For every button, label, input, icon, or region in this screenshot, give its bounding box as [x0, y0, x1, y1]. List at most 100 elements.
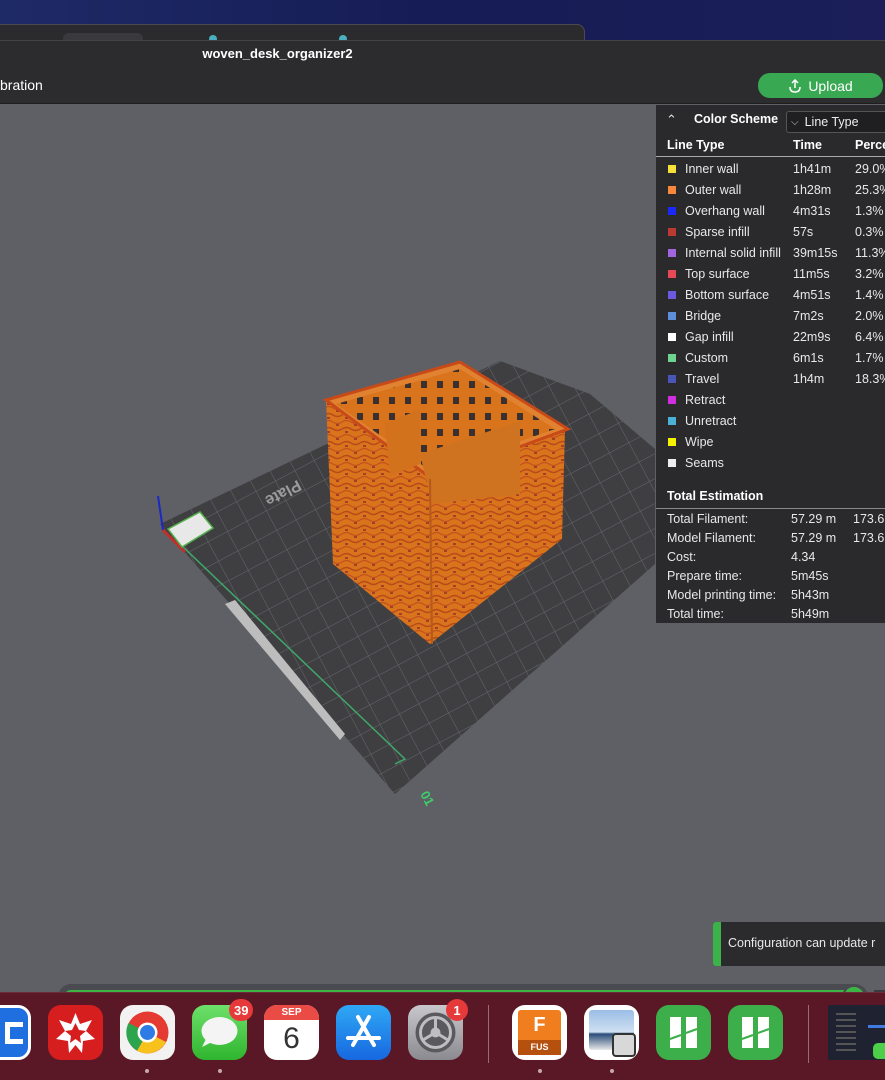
line-type-name: Sparse infill: [685, 225, 750, 239]
collapse-chevron-icon[interactable]: ⌃: [666, 112, 682, 127]
mathematica-star-icon: [56, 1013, 95, 1053]
upload-button[interactable]: Upload: [758, 73, 883, 98]
color-scheme-label: Color Scheme: [694, 112, 779, 126]
notification-accent-bar: [713, 922, 721, 966]
plate-number: 01: [417, 788, 437, 808]
column-header-time: Time: [793, 138, 822, 152]
dock-minimized-window[interactable]: [828, 1005, 885, 1060]
legend-row: Overhang wall 4m31s 1.3%: [656, 201, 885, 222]
legend-row: Travel 1h4m 18.3%: [656, 369, 885, 390]
line-type-swatch: [668, 375, 676, 383]
color-scheme-value: Line Type: [804, 115, 859, 129]
legend-row: Gap infill 22m9s 6.4%: [656, 327, 885, 348]
messages-mini-icon: [873, 1043, 885, 1059]
z-axis: [157, 495, 164, 531]
line-type-time: 11m5s: [793, 267, 830, 281]
dock-app-preview[interactable]: [584, 1005, 639, 1060]
estimation-extra: 173.6: [853, 531, 885, 545]
estimation-value: 4.34: [791, 550, 816, 564]
layer-progress-slider[interactable]: [58, 984, 885, 992]
line-type-percent: 11.3%: [855, 246, 885, 260]
notification-text: Configuration can update r: [728, 936, 876, 950]
chevron-down-icon: ⌵: [791, 116, 799, 128]
slider-thumb[interactable]: [842, 985, 866, 992]
legend-row: Top surface 11m5s 3.2%: [656, 264, 885, 285]
line-type-name: Overhang wall: [685, 204, 765, 218]
running-indicator: [610, 1069, 614, 1073]
total-estimation-header: Total Estimation: [656, 485, 885, 509]
dock-app-fusion[interactable]: F FUS: [512, 1005, 567, 1060]
upload-icon: [789, 78, 802, 93]
line-type-swatch: [668, 417, 676, 425]
line-type-swatch: [668, 291, 676, 299]
legend-row: Wipe: [656, 432, 885, 453]
dock-app-chrome[interactable]: [120, 1005, 175, 1060]
preview-loupe-icon: [612, 1033, 636, 1057]
config-update-notification[interactable]: Configuration can update r: [713, 922, 885, 966]
3d-viewport[interactable]: Plate 01 ⌃ Color Scheme ⌵ Line Type Line…: [0, 104, 885, 992]
line-type-name: Unretract: [685, 414, 737, 428]
line-type-swatch: [668, 333, 676, 341]
legend-row: Retract: [656, 390, 885, 411]
estimation-value: 5h49m: [791, 607, 830, 621]
upload-label: Upload: [808, 77, 853, 94]
line-type-time: 1h41m: [793, 162, 832, 176]
line-type-name: Custom: [685, 351, 729, 365]
dock-separator: [488, 1005, 489, 1063]
estimation-label: Prepare time:: [667, 569, 743, 583]
estimation-label: Cost:: [667, 550, 697, 564]
estimation-extra: 173.6: [853, 512, 885, 526]
estimation-value: 5h43m: [791, 588, 830, 602]
column-header-line-type: Line Type: [667, 138, 725, 152]
line-type-percent: 3.2%: [855, 267, 884, 281]
line-type-name: Travel: [685, 372, 720, 386]
line-type-name: Internal solid infill: [685, 246, 781, 260]
line-type-swatch: [668, 354, 676, 362]
dock-app-bambu-studio[interactable]: [656, 1005, 711, 1060]
dock-app-calendar[interactable]: SEP 6: [264, 1005, 319, 1060]
line-type-time: 4m31s: [793, 204, 831, 218]
estimation-row: Model Filament: 57.29 m 173.6: [656, 529, 885, 548]
line-type-percent: 1.7%: [855, 351, 884, 365]
line-type-name: Retract: [685, 393, 726, 407]
toolbar: bration Upload: [0, 66, 885, 104]
line-type-name: Bottom surface: [685, 288, 770, 302]
line-type-swatch: [668, 270, 676, 278]
dock-app-app-store[interactable]: [336, 1005, 391, 1060]
line-type-name: Gap infill: [685, 330, 734, 344]
color-scheme-dropdown[interactable]: ⌵ Line Type: [786, 111, 885, 133]
line-type-time: 22m9s: [793, 330, 831, 344]
slicer-app-window: woven_desk_organizer2 bration Upload Pla…: [0, 40, 885, 992]
bambu-logo-icon: [669, 1017, 698, 1048]
line-type-name: Wipe: [685, 435, 714, 449]
legend-row: Seams: [656, 453, 885, 474]
fusion-letter: F: [533, 1014, 546, 1036]
dock-app-cisco[interactable]: [0, 1005, 31, 1060]
dock-app-bambu-studio-2[interactable]: [728, 1005, 783, 1060]
fusion-logo: F FUS: [518, 1010, 561, 1055]
line-type-time: 39m15s: [793, 246, 838, 260]
calibration-menu[interactable]: bration: [0, 77, 43, 93]
legend-row: Sparse infill 57s 0.3%: [656, 222, 885, 243]
cisco-c-icon: [5, 1022, 23, 1044]
line-type-percent: 6.4%: [855, 330, 884, 344]
line-type-percent: 29.0%: [855, 162, 885, 176]
estimation-label: Model Filament:: [667, 531, 756, 545]
line-type-percent: 1.4%: [855, 288, 884, 302]
dock-app-mathematica[interactable]: [48, 1005, 103, 1060]
estimation-row: Model printing time: 5h43m: [656, 586, 885, 605]
line-type-name: Outer wall: [685, 183, 742, 197]
line-type-percent: 18.3%: [855, 372, 885, 386]
legend-column-header: Line Type Time Perce: [656, 135, 885, 157]
estimation-row: Prepare time: 5m45s: [656, 567, 885, 586]
line-type-swatch: [668, 228, 676, 236]
legend-row: Outer wall 1h28m 25.3%: [656, 180, 885, 201]
legend-row: Custom 6m1s 1.7%: [656, 348, 885, 369]
legend-row: Bottom surface 4m51s 1.4%: [656, 285, 885, 306]
line-type-percent: 2.0%: [855, 309, 884, 323]
macos-dock: 39 SEP 6 1 F FUS: [0, 992, 885, 1080]
line-type-name: Top surface: [685, 267, 750, 281]
bambu-logo-icon: [741, 1017, 770, 1048]
estimation-value: 57.29 m: [791, 512, 837, 526]
line-type-time: 1h28m: [793, 183, 832, 197]
